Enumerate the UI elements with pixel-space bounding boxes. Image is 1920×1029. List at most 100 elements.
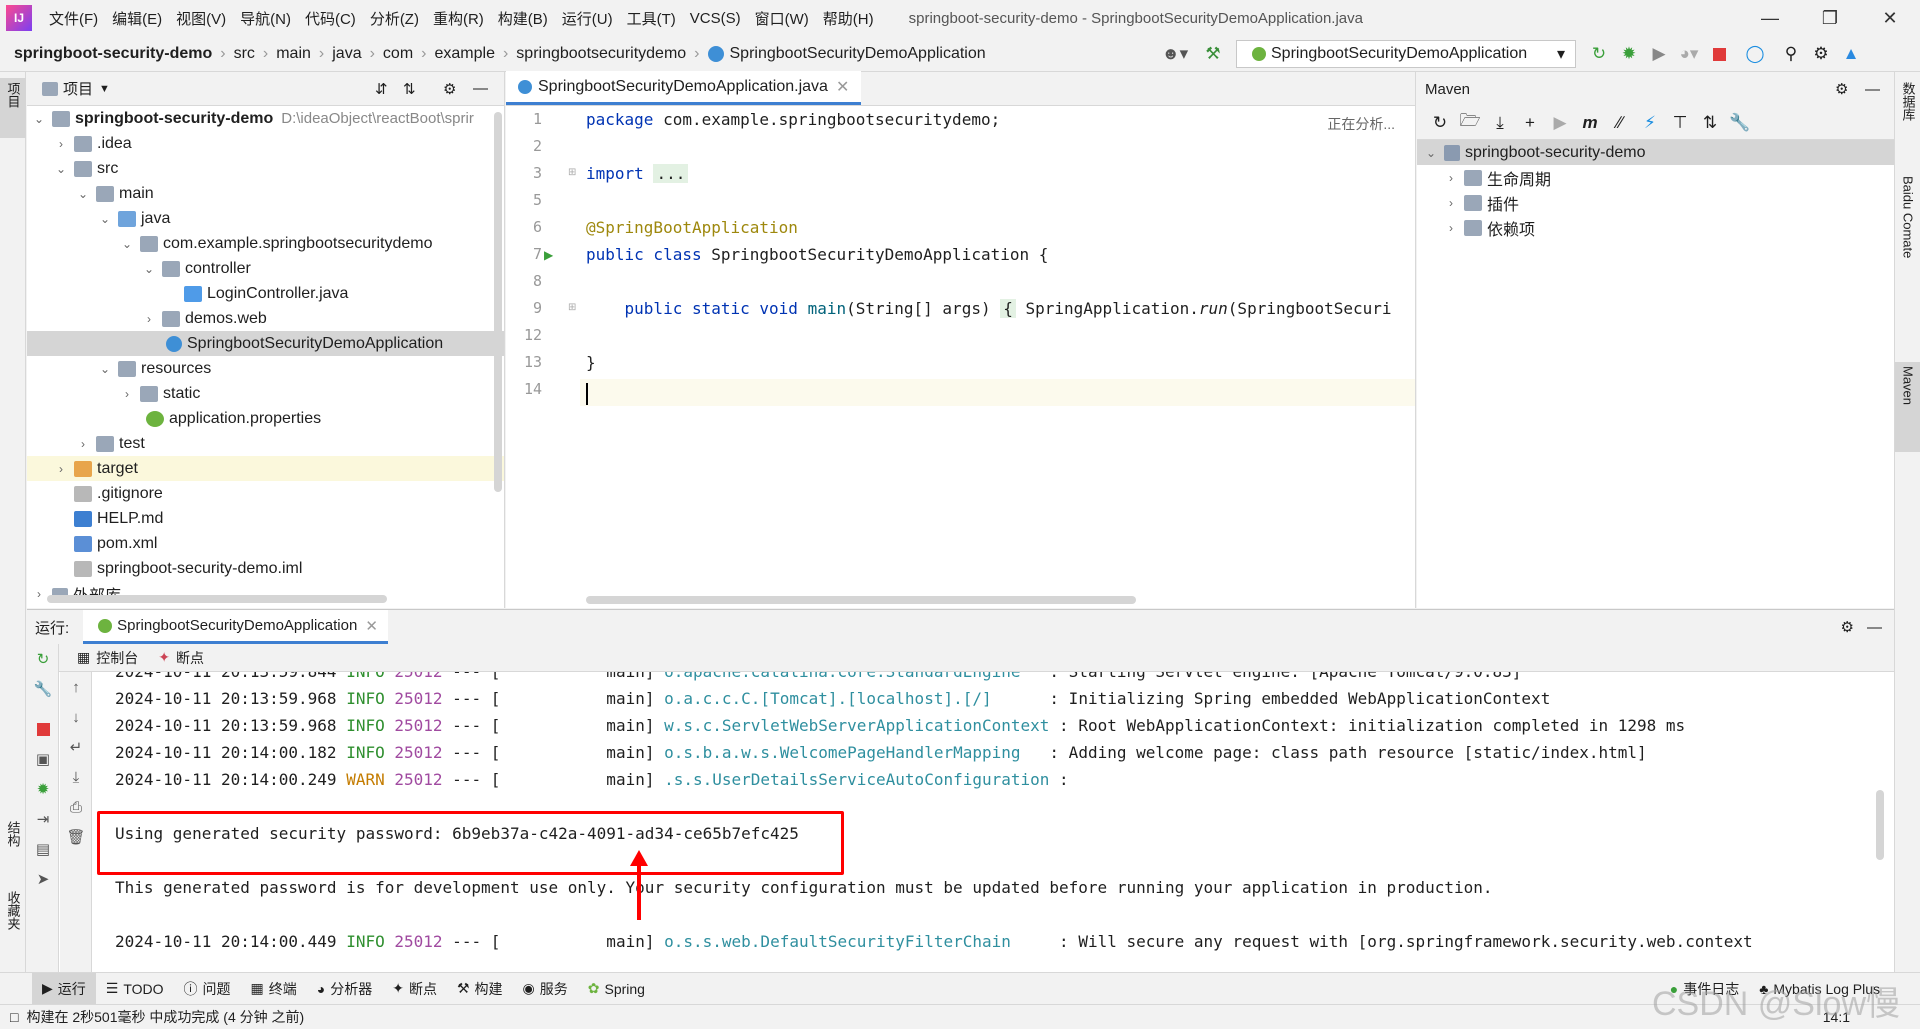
pin-icon[interactable]: ➤ — [27, 864, 59, 894]
tree-row-application[interactable]: SpringbootSecurityDemoApplication — [27, 331, 504, 356]
debug-icon[interactable]: ✹ — [27, 774, 59, 804]
stop-icon[interactable] — [27, 714, 59, 744]
show-deps-icon[interactable]: ⊤ — [1665, 108, 1695, 138]
gear-icon[interactable]: ⚙ — [1841, 618, 1854, 636]
tree-row-test[interactable]: › test — [27, 431, 504, 456]
tool-tab-problems[interactable]: ⓘ 问题 — [174, 973, 241, 1005]
execute-goal-icon[interactable]: m — [1575, 108, 1605, 138]
tool-tab-profiler[interactable]: ◕ 分析器 — [307, 973, 382, 1005]
breakpoints-tab[interactable]: ✦ 断点 — [158, 648, 204, 668]
menu-code[interactable]: 代码(C) — [298, 8, 363, 29]
tree-row-src[interactable]: ⌄ src — [27, 156, 504, 181]
menu-file[interactable]: 文件(F) — [42, 8, 105, 29]
close-tab-icon[interactable]: ✕ — [836, 77, 849, 97]
soft-wrap-icon[interactable]: ↵ — [60, 732, 92, 762]
menu-window[interactable]: 窗口(W) — [748, 8, 816, 29]
collapse-icon[interactable]: ⇅ — [1695, 108, 1725, 138]
horizontal-scrollbar[interactable] — [47, 595, 387, 603]
close-window-icon[interactable]: ✕ — [1860, 0, 1920, 36]
structure-tool-tab[interactable]: 结构 — [0, 817, 26, 877]
close-tab-icon[interactable]: ✕ — [365, 617, 378, 635]
menu-build[interactable]: 构建(B) — [491, 8, 555, 29]
maven-deps-row[interactable]: › 依赖项 — [1417, 215, 1894, 240]
tree-row-idea[interactable]: › .idea — [27, 131, 504, 156]
wrench-icon[interactable]: 🔧 — [27, 674, 59, 704]
breadcrumb-project[interactable]: springboot-security-demo — [14, 45, 212, 63]
editor-horizontal-scrollbar[interactable] — [586, 596, 1136, 604]
coverage-icon[interactable]: ▶ — [1644, 39, 1674, 69]
fold-icon[interactable]: ⊞ — [568, 167, 576, 178]
breadcrumb-main[interactable]: main — [276, 45, 311, 63]
tree-row-root[interactable]: ⌄ springboot-security-demo D:\ideaObject\r… — [27, 106, 504, 131]
tool-tab-breakpoints[interactable]: ✦ 断点 — [382, 973, 447, 1005]
tree-row-main[interactable]: ⌄ main — [27, 181, 504, 206]
comate-tool-tab[interactable]: Baidu Comate — [1895, 172, 1920, 352]
layout-icon[interactable]: ▤ — [27, 834, 59, 864]
breadcrumb-src[interactable]: src — [234, 45, 255, 63]
reload-icon[interactable]: ↻ — [1425, 108, 1455, 138]
maven-plugins-row[interactable]: › 插件 — [1417, 190, 1894, 215]
build-hammer-icon[interactable]: ⚒ — [1198, 39, 1228, 69]
menu-navigate[interactable]: 导航(N) — [233, 8, 298, 29]
user-icon[interactable]: ☻▾ — [1160, 39, 1190, 69]
settings-gear-icon[interactable]: ⚙ — [1806, 39, 1836, 69]
maven-lifecycle-row[interactable]: › 生命周期 — [1417, 165, 1894, 190]
trash-icon[interactable]: 🗑 — [60, 822, 92, 852]
tool-tab-terminal[interactable]: ▦ 终端 — [241, 973, 307, 1005]
vertical-scrollbar[interactable] — [494, 112, 502, 492]
code-area[interactable]: package com.example.springbootsecurityde… — [586, 106, 1415, 608]
menu-refactor[interactable]: 重构(R) — [426, 8, 491, 29]
gear-icon[interactable]: ⚙ — [443, 80, 456, 98]
tree-row-static[interactable]: › static — [27, 381, 504, 406]
up-arrow-icon[interactable]: ↑ — [60, 672, 92, 702]
comate-icon[interactable]: ◯ — [1740, 39, 1770, 69]
status-icon[interactable]: □ — [10, 1009, 18, 1025]
breadcrumb-example[interactable]: example — [434, 45, 494, 63]
menu-edit[interactable]: 编辑(E) — [105, 8, 169, 29]
profile-icon[interactable]: ◕▾ — [1674, 39, 1704, 69]
hide-panel-icon[interactable]: — — [1867, 619, 1882, 636]
project-panel-title[interactable]: 项目 — [63, 78, 93, 99]
project-tool-tab[interactable]: 项目 — [0, 78, 26, 138]
wrench-icon[interactable]: 🔧 — [1725, 108, 1755, 138]
tree-row-gitignore[interactable]: .gitignore — [27, 481, 504, 506]
scroll-end-icon[interactable]: ⤓ — [60, 762, 92, 792]
menu-help[interactable]: 帮助(H) — [816, 8, 881, 29]
gear-icon[interactable]: ⚙ — [1835, 80, 1848, 98]
console-tab[interactable]: ▦ 控制台 — [77, 648, 138, 668]
tree-row-package[interactable]: ⌄ com.example.springbootsecuritydemo — [27, 231, 504, 256]
run-gutter-icon[interactable]: ▶ — [544, 248, 553, 262]
skip-tests-icon[interactable]: ⚡ — [1635, 108, 1665, 138]
collapse-all-icon[interactable]: ⇅ — [403, 80, 416, 98]
tree-row-iml[interactable]: springboot-security-demo.iml — [27, 556, 504, 581]
run-tab[interactable]: SpringbootSecurityDemoApplication ✕ — [83, 610, 388, 644]
tree-row-demos-web[interactable]: › demos.web — [27, 306, 504, 331]
breadcrumb-class[interactable]: SpringbootSecurityDemoApplication — [730, 45, 986, 63]
breadcrumb-com[interactable]: com — [383, 45, 413, 63]
tree-row-login-controller[interactable]: LoginController.java — [27, 281, 504, 306]
tree-row-target[interactable]: › target — [27, 456, 504, 481]
tree-row-resources[interactable]: ⌄ resources — [27, 356, 504, 381]
print-icon[interactable]: ⎙ — [60, 792, 92, 822]
minimize-icon[interactable]: — — [1740, 0, 1800, 36]
tool-tab-run[interactable]: ▶ 运行 — [32, 972, 96, 1005]
down-arrow-icon[interactable]: ↓ — [60, 702, 92, 732]
toggle-offline-icon[interactable]: ∕∕ — [1605, 108, 1635, 138]
debug-icon[interactable]: ✹ — [1614, 39, 1644, 69]
menu-run[interactable]: 运行(U) — [555, 8, 620, 29]
maven-tool-tab[interactable]: Maven — [1895, 362, 1920, 452]
maven-project-row[interactable]: ⌄ springboot-security-demo — [1417, 140, 1894, 165]
tool-tab-services[interactable]: ◉ 服务 — [513, 973, 578, 1005]
expand-all-icon[interactable]: ⇵ — [375, 80, 388, 98]
plugin-icon[interactable]: ▲ — [1836, 39, 1866, 69]
camera-icon[interactable]: ▣ — [27, 744, 59, 774]
editor-tab[interactable]: SpringbootSecurityDemoApplication.java ✕ — [506, 71, 862, 105]
fold-icon[interactable]: ⊞ — [568, 302, 576, 313]
tree-row-app-properties[interactable]: application.properties — [27, 406, 504, 431]
breadcrumb-java[interactable]: java — [332, 45, 361, 63]
stop-icon[interactable] — [1704, 39, 1734, 69]
run-icon[interactable]: ▶ — [1545, 108, 1575, 138]
menu-analyze[interactable]: 分析(Z) — [363, 8, 426, 29]
menu-tools[interactable]: 工具(T) — [620, 8, 683, 29]
menu-view[interactable]: 视图(V) — [169, 8, 233, 29]
